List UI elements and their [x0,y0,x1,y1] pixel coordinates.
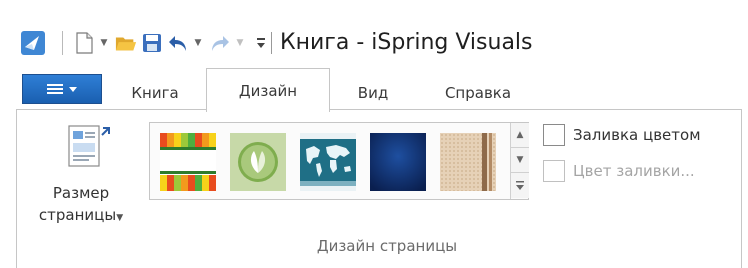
new-document-dropdown-icon[interactable]: ▼ [99,28,109,58]
chevron-down-icon: ▼ [116,213,124,223]
green-leaf-theme[interactable] [230,133,286,191]
open-folder-icon[interactable] [115,28,137,58]
redo-icon[interactable] [209,28,231,58]
window-title: Книга - iSpring Visuals [280,30,533,55]
fill-color-picker-label: Цвет заливки... [573,162,695,180]
customize-toolbar-icon[interactable] [255,28,267,58]
checkbox-box[interactable] [543,124,565,146]
gallery-scroll-up-button[interactable]: ▲ [511,123,529,148]
menu-lines-icon [47,83,63,95]
undo-icon[interactable] [167,28,189,58]
gallery-expand-icon [516,180,524,190]
redo-dropdown-icon[interactable]: ▼ [235,28,245,58]
fill-color-label: Заливка цветом [573,126,701,144]
world-map-theme[interactable] [300,133,356,191]
gallery-scroll-down-button[interactable]: ▼ [511,148,529,173]
page-size-icon [68,125,110,167]
undo-dropdown-icon[interactable]: ▼ [193,28,203,58]
gallery-more-button[interactable] [511,173,529,198]
fill-color-picker: Цвет заливки... [543,158,695,184]
dark-blue-theme[interactable] [370,133,426,191]
title-separator [271,32,272,54]
save-icon[interactable] [141,28,163,58]
page-size-button[interactable]: Размер страницы▼ [31,118,135,228]
chevron-down-icon [69,86,77,92]
ribbon-tab-row: Книга Дизайн Вид Справка [0,66,748,112]
beige-pattern-theme[interactable] [440,133,496,191]
color-swatch [543,160,565,182]
page-size-label-line1: Размер [52,184,110,202]
new-document-icon[interactable] [73,28,95,58]
tab-help[interactable]: Справка [420,76,536,110]
toolbar-separator [62,31,63,55]
ribbon-panel: Размер страницы▼ ▲ ▼ Заливка цветом Цвет… [16,109,742,268]
tab-book[interactable]: Книга [112,76,198,110]
page-size-label-line2: страницы▼ [31,206,131,224]
fill-color-checkbox[interactable]: Заливка цветом [543,122,701,148]
quick-access-toolbar: ▼ ▼ ▼ Книга - iSpring Visuals [18,26,533,60]
rainbow-stripes-theme[interactable] [160,133,216,191]
page-size-label-text: страницы [38,206,117,224]
tab-design[interactable]: Дизайн [206,68,330,112]
tab-view[interactable]: Вид [338,76,408,110]
file-menu-button[interactable] [22,74,102,104]
gallery-scrollbar: ▲ ▼ [510,123,529,199]
group-label-page-design: Дизайн страницы [316,237,458,255]
title-bar: ▼ ▼ ▼ Книга - iSpring Visuals [0,0,748,68]
app-icon[interactable] [18,28,48,58]
design-gallery: ▲ ▼ [149,122,529,200]
